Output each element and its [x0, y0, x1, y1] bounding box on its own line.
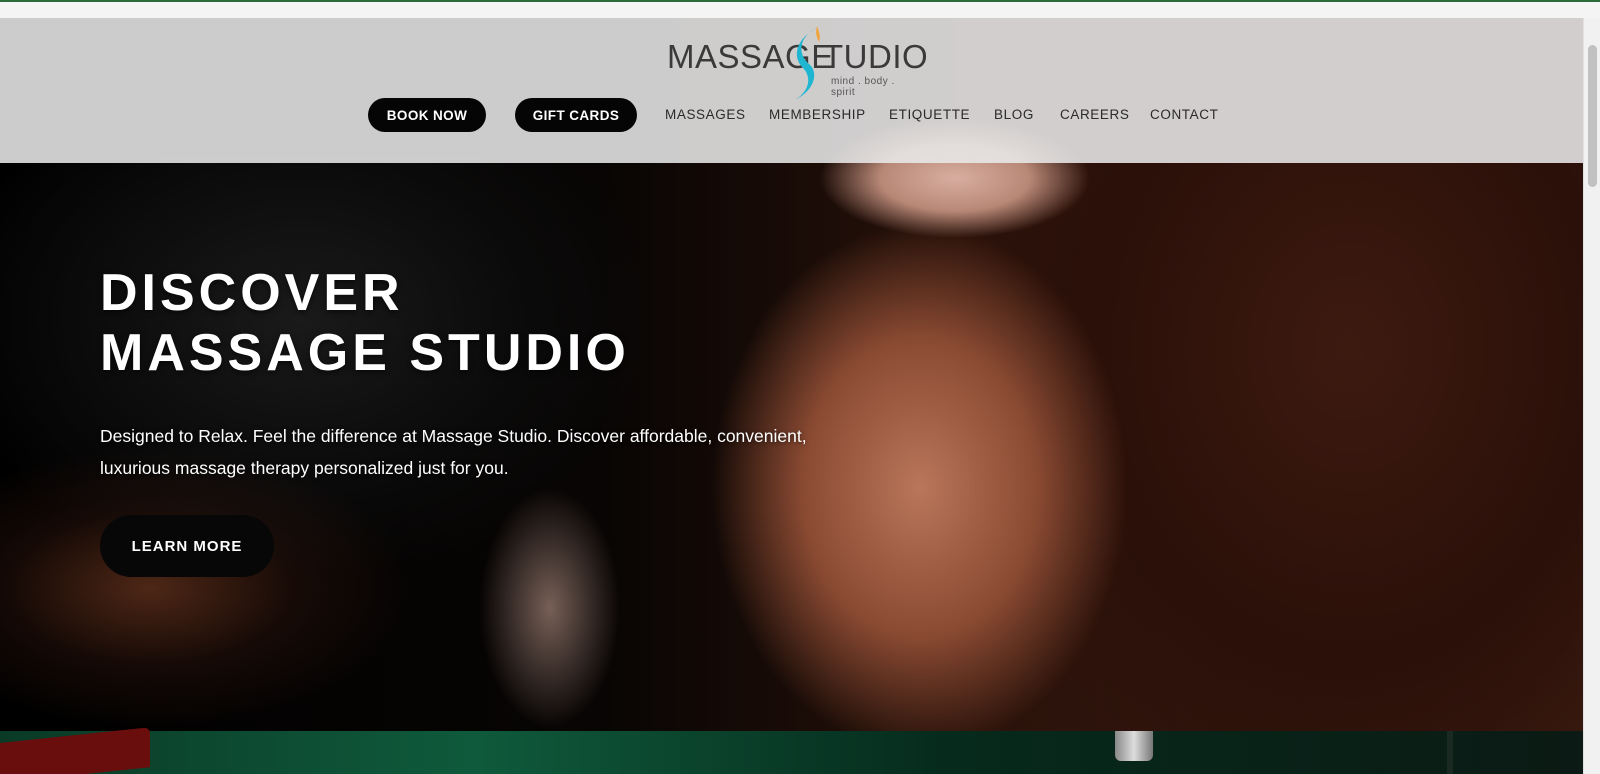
next-section-cup	[1115, 731, 1153, 761]
logo-text-studio: TUDIO	[823, 38, 929, 75]
logo-tagline: mind . body . spirit	[831, 76, 895, 98]
nav-link-massages[interactable]: MASSAGES	[665, 98, 746, 132]
hero-title: DISCOVER MASSAGE STUDIO	[100, 263, 630, 383]
scrollbar-thumb[interactable]	[1588, 45, 1597, 187]
gift-cards-button[interactable]: GIFT CARDS	[515, 98, 637, 132]
nav-link-contact[interactable]: CONTACT	[1150, 98, 1218, 132]
next-section-post	[1447, 731, 1453, 774]
site-header: MASSAGE TUDIO mind . body . spirit BOOK …	[0, 18, 1583, 163]
hero-title-line2: MASSAGE STUDIO	[100, 324, 630, 382]
book-now-button[interactable]: BOOK NOW	[368, 98, 486, 132]
nav-link-blog[interactable]: BLOG	[994, 98, 1034, 132]
hero-photo-arm	[470, 488, 630, 731]
main-nav: BOOK NOW GIFT CARDS MASSAGES MEMBERSHIP …	[0, 98, 1583, 132]
learn-more-button[interactable]: LEARN MORE	[100, 515, 274, 577]
nav-link-careers[interactable]: CAREERS	[1060, 98, 1129, 132]
page-viewport: MASSAGE TUDIO mind . body . spirit BOOK …	[0, 18, 1583, 774]
site-logo[interactable]: MASSAGE TUDIO mind . body . spirit	[667, 24, 928, 100]
next-section-preview	[0, 727, 1583, 774]
nav-link-membership[interactable]: MEMBERSHIP	[769, 98, 866, 132]
hero-description: Designed to Relax. Feel the difference a…	[100, 426, 807, 478]
nav-link-etiquette[interactable]: ETIQUETTE	[889, 98, 970, 132]
browser-top-strip	[0, 0, 1600, 18]
vertical-scrollbar[interactable]	[1583, 18, 1600, 774]
hero-title-line1: DISCOVER	[100, 264, 404, 322]
next-section-red-object	[0, 727, 150, 774]
